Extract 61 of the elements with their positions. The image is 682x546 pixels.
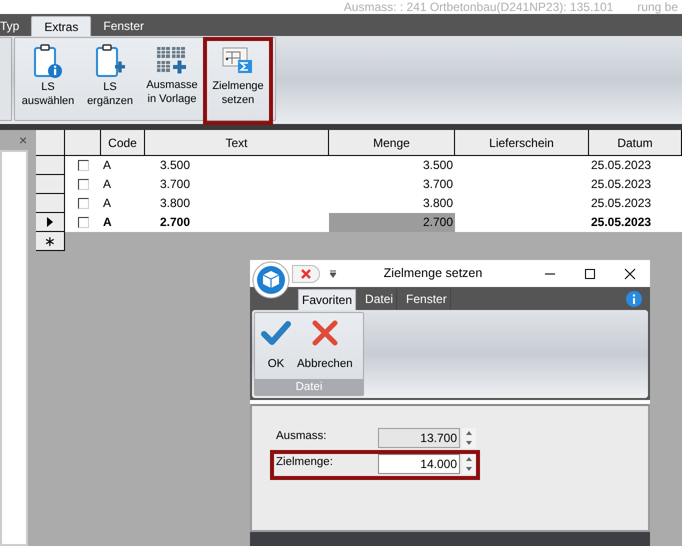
ribbon-button[interactable]: Abbrechen <box>297 319 353 371</box>
spin-buttons[interactable] <box>462 454 476 474</box>
table-cell-text: 3.500 <box>159 157 192 174</box>
number-field[interactable]: 13.700 <box>378 428 460 448</box>
cross-icon <box>310 319 339 347</box>
dialog-title: Zielmenge setzen <box>382 265 484 282</box>
checkmark-icon <box>261 320 291 346</box>
spin-buttons[interactable] <box>462 428 476 448</box>
table-cell-text: A <box>102 176 112 193</box>
column-header[interactable]: Code <box>101 130 145 155</box>
table-cell-text: 3.800 <box>159 195 192 212</box>
checkbox[interactable] <box>78 198 88 209</box>
table-cell-text: A <box>102 157 112 174</box>
quick-access-button[interactable] <box>292 264 320 282</box>
window-title: rung be <box>637 1 678 14</box>
close-icon[interactable] <box>624 268 636 280</box>
table-cell-text: A <box>102 214 113 231</box>
window-title: Ausmass: : 241 Ortbetonbau(D241NP23): 135.101 <box>344 1 614 14</box>
row-selector[interactable] <box>36 213 65 232</box>
table-cell-text: 3.500 <box>422 157 454 174</box>
close-icon[interactable]: × <box>19 133 28 147</box>
table-cell-text: A <box>102 195 112 212</box>
row-selector[interactable] <box>36 156 65 175</box>
ribbon-button[interactable]: Ausmasse in Vorlage <box>141 40 203 110</box>
ribbon-button[interactable]: LS auswählen <box>17 40 79 110</box>
clipboard-info-icon <box>32 44 64 80</box>
clipboard-plus-icon <box>94 44 126 80</box>
group-label: Datei <box>255 379 363 395</box>
ribbon-tab[interactable]: Favoriten <box>298 289 356 310</box>
ribbon-button[interactable]: LS ergänzen <box>79 40 141 110</box>
table-cell-text: 25.05.2023 <box>590 214 652 231</box>
row-selector[interactable] <box>36 194 65 213</box>
field-label: Ausmass: <box>275 429 328 444</box>
table-cell-text: 25.05.2023 <box>590 195 652 212</box>
current-row-icon <box>47 217 53 227</box>
ribbon-tab[interactable]: Extras <box>31 16 92 36</box>
table-cell-text: 3.700 <box>159 176 192 193</box>
new-row-selector[interactable]: ∗ <box>36 232 65 251</box>
field-label: Zielmenge: <box>275 455 334 470</box>
checkbox[interactable] <box>78 160 88 171</box>
table-cell-text: 25.05.2023 <box>590 157 652 174</box>
table-cell: 2.700 <box>329 213 455 232</box>
ribbon-tab[interactable]: Fenster <box>91 16 156 36</box>
row-selector[interactable] <box>36 175 65 194</box>
table-cell-text: 25.05.2023 <box>590 176 652 193</box>
number-field[interactable]: 14.000 <box>378 454 460 474</box>
ribbon-tab[interactable]: Typ <box>0 16 32 36</box>
checkbox[interactable] <box>78 179 88 190</box>
column-header[interactable]: Menge <box>329 130 455 155</box>
info-icon[interactable] <box>626 291 642 307</box>
column-header[interactable]: Text <box>145 130 329 155</box>
close-icon <box>300 268 312 280</box>
table-cell-text: 3.800 <box>422 195 454 212</box>
table-cell-text: 2.700 <box>159 214 192 231</box>
dropdown-icon[interactable] <box>330 270 336 278</box>
column-header[interactable]: Datum <box>589 130 682 155</box>
ribbon-button[interactable]: OK <box>261 319 291 371</box>
checkbox[interactable] <box>78 217 88 228</box>
table-cell-text: 3.700 <box>422 176 454 193</box>
column-header[interactable]: Lieferschein <box>455 130 589 155</box>
maximize-icon[interactable] <box>584 268 596 280</box>
